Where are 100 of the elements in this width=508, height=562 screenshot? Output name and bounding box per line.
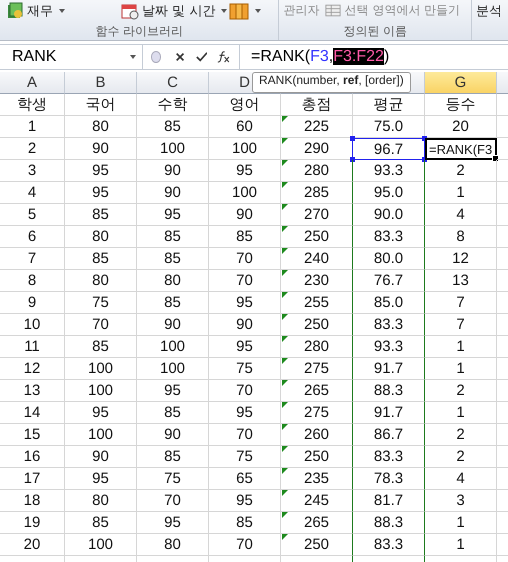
table-cell: 90: [137, 314, 209, 336]
table-cell: 80: [65, 226, 137, 248]
table-cell: 2: [0, 138, 65, 160]
table-cell: 70: [137, 490, 209, 512]
table-cell: 1: [0, 116, 65, 138]
table-cell: 85: [65, 248, 137, 270]
table-cell: 2: [425, 160, 497, 182]
ribbon-button[interactable]: 분석: [476, 2, 502, 20]
table-cell: 235: [281, 468, 353, 490]
column-header[interactable]: A: [0, 72, 65, 94]
error-indicator-icon: [282, 424, 288, 430]
table-cell: 5: [0, 204, 65, 226]
table-cell: 95: [137, 204, 209, 226]
table-cell: 7: [0, 248, 65, 270]
table-cell: 75: [209, 446, 281, 468]
table-cell: 등수: [425, 94, 497, 116]
table-cell: 12: [0, 358, 65, 380]
table-cell: 4: [425, 468, 497, 490]
ribbon-button[interactable]: 날짜 및 시간: [121, 2, 228, 20]
error-indicator-icon: [282, 270, 288, 276]
table-cell: 85: [137, 446, 209, 468]
table-cell: 85: [137, 248, 209, 270]
table-cell: 85: [209, 512, 281, 534]
cell-editor[interactable]: =RANK(F3: [425, 138, 497, 160]
error-indicator-icon: [282, 226, 288, 232]
table-cell: 80: [65, 116, 137, 138]
table-cell: 1: [425, 358, 497, 380]
table-cell: 80: [65, 270, 137, 292]
table-cell: 20: [425, 116, 497, 138]
table-cell: 100: [65, 534, 137, 556]
error-indicator-icon: [282, 468, 288, 474]
formula-field[interactable]: =RANK(F3,F3:F22): [240, 48, 390, 66]
table-cell: 총점: [281, 94, 353, 116]
table-cell: 93.3: [352, 160, 425, 182]
table-cell: 국어: [65, 94, 137, 116]
table-cell: 16: [0, 446, 65, 468]
table-cell: 83.3: [352, 314, 425, 336]
table-cell: 75: [209, 358, 281, 380]
table-cell: 17: [0, 468, 65, 490]
table-cell: 100: [209, 182, 281, 204]
table-cell: 90: [209, 314, 281, 336]
ribbon-icon-button[interactable]: [229, 2, 262, 20]
caret-icon: [255, 8, 262, 12]
error-indicator-icon: [282, 182, 288, 188]
table-cell: 83.3: [352, 226, 425, 248]
table-cell: 95: [65, 160, 137, 182]
table-cell: 85: [209, 226, 281, 248]
table-cell: 83.3: [352, 534, 425, 556]
table-cell: 280: [281, 160, 353, 182]
table-cell: 83.3: [352, 446, 425, 468]
table-cell: 245: [281, 490, 353, 512]
table-cell: 85: [65, 512, 137, 534]
table-cell: 90: [65, 446, 137, 468]
table-cell: 85: [137, 226, 209, 248]
table-cell: 100: [137, 336, 209, 358]
close-icon[interactable]: [175, 51, 186, 63]
table-icon: [325, 4, 342, 17]
table-cell: 90: [209, 204, 281, 226]
table-cell: 6: [0, 226, 65, 248]
column-header[interactable]: B: [65, 72, 137, 94]
caret-icon: [59, 8, 65, 12]
table-cell: 95.0: [352, 182, 425, 204]
column-header[interactable]: G: [425, 72, 497, 94]
table-cell: 95: [65, 182, 137, 204]
table-cell: 9: [0, 292, 65, 314]
error-indicator-icon: [282, 138, 288, 144]
table-cell: 15: [0, 424, 65, 446]
table-cell: 275: [281, 402, 353, 424]
table-cell: 2: [425, 424, 497, 446]
table-cell: 90: [137, 424, 209, 446]
table-cell: 85.0: [352, 292, 425, 314]
table-cell: 100: [65, 380, 137, 402]
table-cell: 8: [425, 226, 497, 248]
function-tooltip: RANK(number, ref, [order]): [252, 72, 411, 93]
ribbon-button[interactable]: 재무: [6, 2, 65, 20]
error-indicator-icon: [282, 534, 288, 540]
table-cell: 75: [137, 468, 209, 490]
table-cell: 95: [209, 490, 281, 512]
table-cell: 270: [281, 204, 353, 226]
function-icon[interactable]: [217, 50, 231, 64]
table-cell: 90: [65, 138, 137, 160]
table-cell: 80.0: [352, 248, 425, 270]
column-header[interactable]: C: [137, 72, 209, 94]
table-cell: 100: [137, 138, 209, 160]
table-cell: 250: [281, 534, 353, 556]
book-icon: [6, 2, 24, 20]
error-indicator-icon: [282, 116, 288, 122]
error-indicator-icon: [282, 512, 288, 518]
table-cell: 1: [425, 512, 497, 534]
table-cell: 255: [281, 292, 353, 314]
table-cell: 100: [65, 424, 137, 446]
table-cell: 91.7: [352, 402, 425, 424]
check-icon[interactable]: [196, 51, 208, 63]
table-cell: 80: [137, 534, 209, 556]
table-cell: 90.0: [352, 204, 425, 226]
table-cell: 70: [209, 380, 281, 402]
name-box[interactable]: RANK: [0, 45, 143, 69]
error-indicator-icon: [282, 358, 288, 364]
error-indicator-icon: [282, 204, 288, 210]
table-cell: 19: [0, 512, 65, 534]
